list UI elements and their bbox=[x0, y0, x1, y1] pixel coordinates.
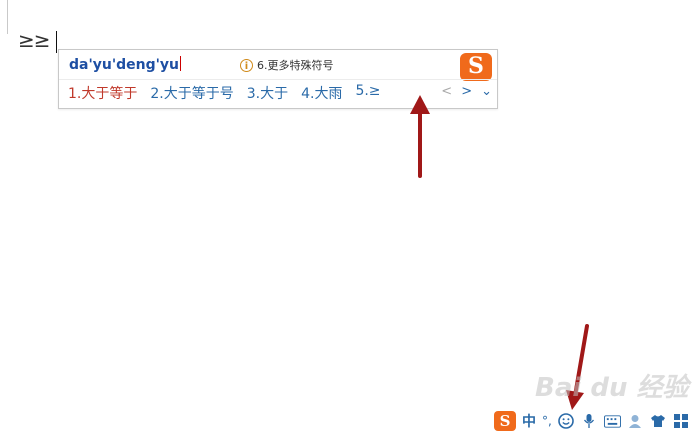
keyboard-icon[interactable] bbox=[603, 413, 621, 430]
pinyin-text: da'yu'deng'yu bbox=[69, 57, 180, 73]
sogou-logo-icon[interactable]: S bbox=[460, 53, 492, 81]
punctuation-toggle[interactable]: °, bbox=[542, 414, 552, 428]
pinyin-caret bbox=[180, 56, 182, 71]
candidate-list: 1.大于等于 2.大于等于号 3.大于 4.大雨 5.≥ bbox=[68, 83, 381, 103]
baidu-watermark: Bai du 经验 bbox=[535, 373, 689, 403]
shirt-icon[interactable] bbox=[650, 413, 667, 430]
candidate-1[interactable]: 1.大于等于 bbox=[68, 83, 137, 103]
chinese-mode-toggle[interactable]: 中 bbox=[522, 411, 536, 431]
special-symbols-hint-label: 6.更多特殊符号 bbox=[257, 59, 334, 72]
smiley-icon[interactable] bbox=[558, 413, 575, 430]
text-caret bbox=[56, 31, 57, 53]
expand-candidates-button[interactable]: ⌄ bbox=[481, 84, 492, 99]
candidate-nav: < > ⌄ bbox=[441, 84, 492, 99]
pinyin-input[interactable]: da'yu'deng'yu bbox=[69, 56, 182, 73]
special-symbols-hint[interactable]: i 6.更多特殊符号 bbox=[240, 57, 334, 73]
annotation-arrow-candidate bbox=[410, 95, 430, 178]
prev-page-button[interactable]: < bbox=[441, 84, 452, 99]
divider bbox=[59, 79, 497, 80]
grid-icon[interactable] bbox=[673, 413, 690, 430]
page-edge bbox=[0, 0, 8, 34]
candidate-4[interactable]: 4.大雨 bbox=[301, 83, 342, 103]
next-page-button[interactable]: > bbox=[461, 84, 472, 99]
candidate-5[interactable]: 5.≥ bbox=[355, 83, 380, 103]
info-icon: i bbox=[240, 58, 253, 72]
microphone-icon[interactable] bbox=[581, 413, 598, 430]
document-text: ≥≥ bbox=[18, 28, 51, 52]
sogou-logo-icon[interactable]: S bbox=[494, 411, 516, 431]
candidate-2[interactable]: 2.大于等于号 bbox=[150, 83, 233, 103]
user-icon[interactable] bbox=[627, 413, 644, 430]
ime-status-bar: S 中 °, bbox=[494, 409, 700, 433]
candidate-3[interactable]: 3.大于 bbox=[247, 83, 288, 103]
